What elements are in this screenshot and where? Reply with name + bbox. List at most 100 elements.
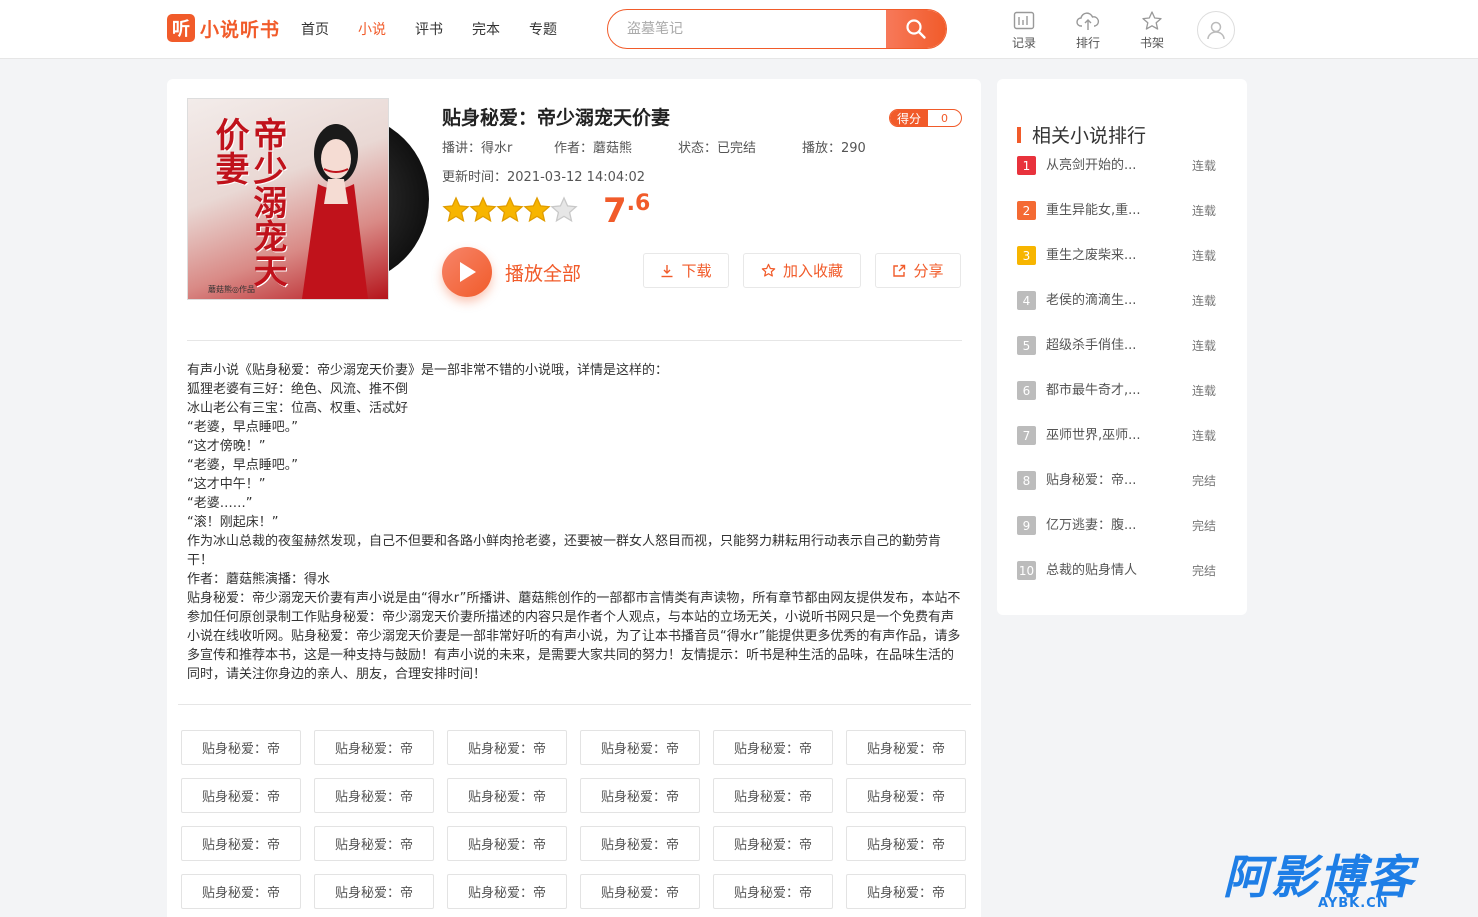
rank-book-name[interactable]: 都市最牛奇才,... (1046, 381, 1182, 400)
rank-book-name[interactable]: 超级杀手俏佳... (1046, 336, 1182, 355)
chapter-button[interactable]: 贴身秘爱：帝 (580, 778, 700, 813)
ranking-item[interactable]: 3 重生之废柴来... 连载 (1017, 246, 1227, 291)
rank-number: 8 (1017, 471, 1036, 490)
ranking-item[interactable]: 8 贴身秘爱：帝... 完结 (1017, 471, 1227, 516)
chapter-button[interactable]: 贴身秘爱：帝 (580, 874, 700, 909)
share-icon (893, 264, 906, 277)
history-button[interactable]: 记录 (1006, 10, 1042, 51)
score-badge: 得分 0 (889, 109, 962, 127)
ranking-item[interactable]: 6 都市最牛奇才,... 连载 (1017, 381, 1227, 426)
chapter-button[interactable]: 贴身秘爱：帝 (713, 874, 833, 909)
watermark-sub: AYBK.CN (1318, 896, 1389, 911)
bookshelf-label: 书架 (1139, 36, 1164, 50)
desc-line: 贴身秘爱：帝少溺宠天价妻有声小说是由“得水r”所播讲、蘑菇熊创作的一部都市言情类… (187, 591, 961, 682)
rating-dec: .6 (626, 191, 651, 216)
narrator: 播讲：得水r (442, 141, 513, 156)
chapter-button[interactable]: 贴身秘爱：帝 (846, 730, 966, 765)
search-icon (906, 19, 926, 39)
search-input[interactable] (608, 10, 886, 48)
rank-number: 4 (1017, 291, 1036, 310)
nav-pingshu[interactable]: 评书 (415, 19, 443, 39)
rank-number: 10 (1017, 561, 1036, 580)
download-label: 下载 (681, 262, 712, 280)
rank-status: 完结 (1192, 564, 1217, 578)
ranking-list: 1 从亮剑开始的... 连载 2 重生异能女,重... 连载 3 重生之废柴来... 连载 4 老侯… (1017, 156, 1227, 606)
chapter-button[interactable]: 贴身秘爱：帝 (314, 730, 434, 765)
favorite-button[interactable]: 加入收藏 (743, 253, 861, 288)
chapter-button[interactable]: 贴身秘爱：帝 (181, 826, 301, 861)
chapter-button[interactable]: 贴身秘爱：帝 (181, 778, 301, 813)
chapter-button[interactable]: 贴身秘爱：帝 (580, 730, 700, 765)
nav-novel[interactable]: 小说 (358, 19, 386, 39)
rank-number: 6 (1017, 381, 1036, 400)
bookshelf-button[interactable]: 书架 (1134, 10, 1170, 51)
ranking-button[interactable]: 排行 (1070, 10, 1106, 51)
chapter-button[interactable]: 贴身秘爱：帝 (846, 874, 966, 909)
user-icon (1207, 21, 1225, 40)
chapter-button[interactable]: 贴身秘爱：帝 (314, 826, 434, 861)
rank-book-name[interactable]: 贴身秘爱：帝... (1046, 471, 1182, 490)
star-filled-icon (523, 196, 551, 223)
ranking-item[interactable]: 4 老侯的滴滴生... 连载 (1017, 291, 1227, 336)
chapter-button[interactable]: 贴身秘爱：帝 (447, 826, 567, 861)
ranking-item[interactable]: 10 总裁的贴身情人 完结 (1017, 561, 1227, 606)
star-filled-icon (442, 196, 470, 223)
main-nav: 首页 小说 评书 完本 专题 (301, 19, 586, 39)
chapter-button[interactable]: 贴身秘爱：帝 (580, 826, 700, 861)
cover-author: 蘑菇熊◎作品 (208, 285, 255, 294)
divider (178, 704, 971, 705)
rating-score: 7.6 (603, 191, 650, 231)
desc-line: 有声小说《贴身秘爱：帝少溺宠天价妻》是一部非常不错的小说哦，详情是这样的： (187, 363, 669, 378)
chapter-button[interactable]: 贴身秘爱：帝 (713, 730, 833, 765)
ranking-title-text: 相关小说排行 (1032, 125, 1147, 147)
rank-status: 完结 (1192, 519, 1217, 533)
status: 状态：已完结 (678, 141, 757, 156)
chapter-button[interactable]: 贴身秘爱：帝 (447, 730, 567, 765)
ranking-item[interactable]: 5 超级杀手俏佳... 连载 (1017, 336, 1227, 381)
rank-book-name[interactable]: 重生异能女,重... (1046, 201, 1182, 220)
header-tools: 记录 排行 书架 (1006, 10, 1198, 51)
download-button[interactable]: 下载 (643, 253, 729, 288)
desc-line: 作者：蘑菇熊演播：得水 (187, 572, 331, 587)
ranking-item[interactable]: 2 重生异能女,重... 连载 (1017, 201, 1227, 246)
ranking-item[interactable]: 7 巫师世界,巫师... 连载 (1017, 426, 1227, 471)
desc-line: 作为冰山总裁的夜玺赫然发现，自己不但要和各路小鲜肉抢老婆，还要被一群女人怒目而视… (187, 534, 942, 568)
nav-home[interactable]: 首页 (301, 19, 329, 39)
book-cover[interactable]: 帝少溺宠天价妻 蘑菇熊◎作品 (187, 98, 432, 300)
chapter-button[interactable]: 贴身秘爱：帝 (447, 778, 567, 813)
ranking-item[interactable]: 9 亿万逃妻：腹... 完结 (1017, 516, 1227, 561)
chapter-button[interactable]: 贴身秘爱：帝 (846, 826, 966, 861)
rank-book-name[interactable]: 重生之废柴来... (1046, 246, 1182, 265)
avatar[interactable] (1197, 11, 1235, 49)
desc-line: “这才中午！” (187, 477, 266, 492)
site-logo[interactable]: 听 小说听书 (167, 14, 280, 42)
share-label: 分享 (913, 262, 944, 280)
nav-finished[interactable]: 完本 (472, 19, 500, 39)
chapter-button[interactable]: 贴身秘爱：帝 (846, 778, 966, 813)
star-rating (442, 196, 578, 224)
rank-book-name[interactable]: 总裁的贴身情人 (1046, 561, 1182, 580)
chapter-button[interactable]: 贴身秘爱：帝 (314, 874, 434, 909)
download-icon (661, 264, 673, 277)
rank-book-name[interactable]: 亿万逃妻：腹... (1046, 516, 1182, 535)
chapter-button[interactable]: 贴身秘爱：帝 (181, 730, 301, 765)
search-button[interactable] (886, 10, 946, 48)
search-box (607, 9, 947, 49)
rank-book-name[interactable]: 老侯的滴滴生... (1046, 291, 1182, 310)
rank-status: 连载 (1192, 339, 1217, 353)
chapter-button[interactable]: 贴身秘爱：帝 (314, 778, 434, 813)
chapter-button[interactable]: 贴身秘爱：帝 (713, 778, 833, 813)
rank-book-name[interactable]: 从亮剑开始的... (1046, 156, 1182, 175)
cover-image: 帝少溺宠天价妻 蘑菇熊◎作品 (187, 98, 389, 300)
ranking-item[interactable]: 1 从亮剑开始的... 连载 (1017, 156, 1227, 201)
chapter-button[interactable]: 贴身秘爱：帝 (447, 874, 567, 909)
rank-book-name[interactable]: 巫师世界,巫师... (1046, 426, 1182, 445)
ranking-label: 排行 (1075, 36, 1100, 50)
star-filled-icon (469, 196, 497, 223)
chapter-button[interactable]: 贴身秘爱：帝 (713, 826, 833, 861)
chapter-button[interactable]: 贴身秘爱：帝 (181, 874, 301, 909)
nav-topics[interactable]: 专题 (529, 19, 557, 39)
rating-int: 7 (603, 191, 627, 231)
play-all-button[interactable]: 播放全部 (442, 247, 581, 297)
share-button[interactable]: 分享 (875, 253, 961, 288)
